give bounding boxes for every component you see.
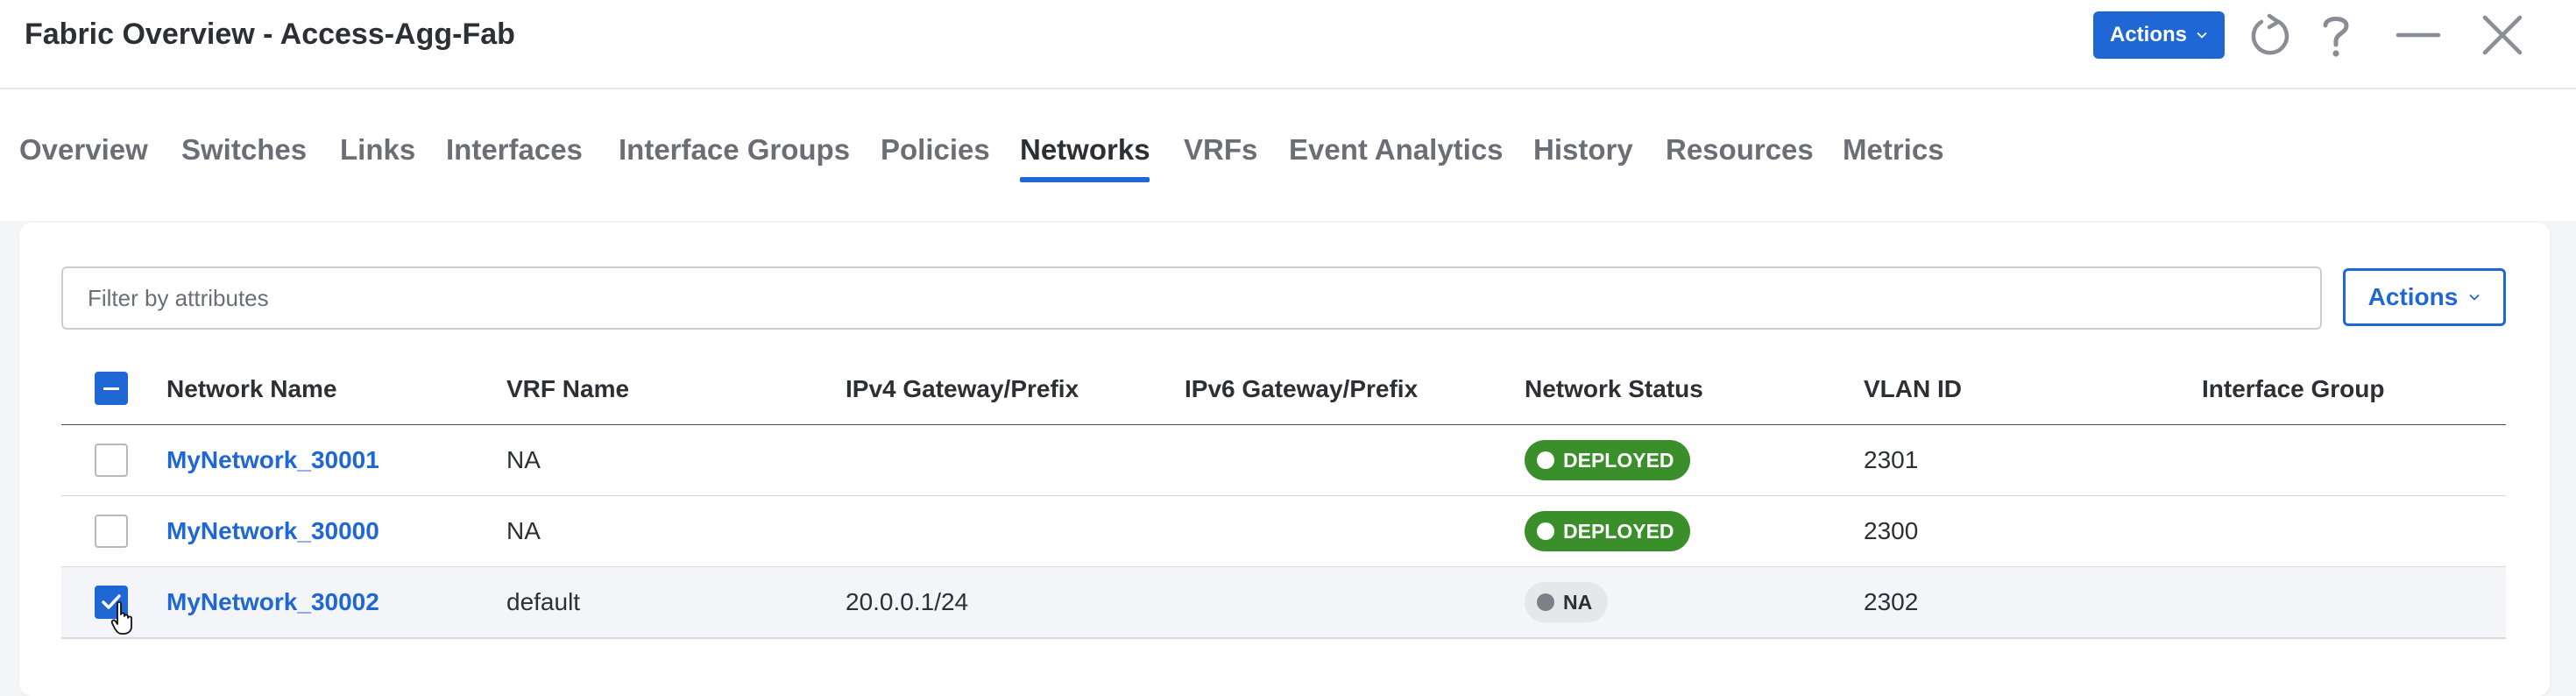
row-checkbox[interactable] bbox=[95, 515, 128, 548]
status-badge: DEPLOYED bbox=[1525, 440, 1690, 480]
table-actions-button[interactable]: Actions bbox=[2343, 268, 2506, 326]
table-row[interactable]: MyNetwork_30000 NA DEPLOYED 2300 bbox=[61, 496, 2506, 568]
tab-interfaces[interactable]: Interfaces bbox=[446, 133, 583, 167]
minimize-button[interactable] bbox=[2392, 9, 2445, 61]
column-header-vlan-id[interactable]: VLAN ID bbox=[1864, 375, 1962, 403]
tab-metrics[interactable]: Metrics bbox=[1843, 133, 1944, 167]
column-header-network-status[interactable]: Network Status bbox=[1525, 375, 1703, 403]
vrf-name-cell: NA bbox=[506, 517, 541, 544]
column-header-interface-group[interactable]: Interface Group bbox=[2202, 375, 2384, 403]
tab-overview[interactable]: Overview bbox=[19, 133, 148, 167]
header-actions-button[interactable]: Actions bbox=[2093, 11, 2225, 59]
table-row[interactable]: MyNetwork_30002 default 20.0.0.1/24 NA 2… bbox=[61, 567, 2506, 639]
refresh-icon bbox=[2251, 13, 2289, 55]
vrf-name-cell: NA bbox=[506, 446, 541, 473]
help-button[interactable] bbox=[2310, 9, 2362, 61]
status-dot-icon bbox=[1537, 451, 1554, 469]
networks-card: Actions Network Name VRF Name IPv4 Gatew… bbox=[19, 223, 2550, 696]
tab-vrfs[interactable]: VRFs bbox=[1184, 133, 1257, 167]
tab-event-analytics[interactable]: Event Analytics bbox=[1289, 133, 1504, 167]
ipv4-cell: 20.0.0.1/24 bbox=[846, 588, 969, 615]
column-header-network-name[interactable]: Network Name bbox=[166, 375, 337, 403]
tab-links[interactable]: Links bbox=[340, 133, 415, 167]
minimize-icon bbox=[2396, 32, 2441, 38]
network-name-link[interactable]: MyNetwork_30000 bbox=[166, 517, 379, 545]
status-text: DEPLOYED bbox=[1563, 519, 1674, 543]
tab-resources[interactable]: Resources bbox=[1666, 133, 1814, 167]
chevron-down-icon bbox=[2469, 294, 2480, 301]
tab-policies[interactable]: Policies bbox=[881, 133, 990, 167]
vlan-id-cell: 2300 bbox=[1864, 517, 1919, 544]
title-bar: Fabric Overview - Access-Agg-Fab Actions bbox=[0, 0, 2576, 89]
filter-input[interactable] bbox=[61, 266, 2322, 330]
table-header: Network Name VRF Name IPv4 Gateway/Prefi… bbox=[61, 352, 2506, 427]
row-checkbox[interactable] bbox=[95, 444, 128, 477]
close-icon bbox=[2482, 15, 2523, 55]
vlan-id-cell: 2301 bbox=[1864, 446, 1919, 473]
hand-cursor-icon bbox=[110, 600, 132, 635]
page-title: Fabric Overview - Access-Agg-Fab bbox=[25, 18, 515, 51]
status-badge: DEPLOYED bbox=[1525, 511, 1690, 551]
network-name-link[interactable]: MyNetwork_30001 bbox=[166, 446, 379, 474]
column-header-vrf-name[interactable]: VRF Name bbox=[506, 375, 629, 403]
status-dot-icon bbox=[1537, 593, 1554, 611]
select-all-checkbox[interactable] bbox=[95, 372, 128, 405]
tab-bar: Overview Switches Links Interfaces Inter… bbox=[0, 89, 2576, 221]
status-badge: NA bbox=[1525, 582, 1609, 622]
chevron-down-icon bbox=[2197, 32, 2207, 39]
tab-history[interactable]: History bbox=[1533, 133, 1633, 167]
vlan-id-cell: 2302 bbox=[1864, 588, 1919, 615]
tab-switches[interactable]: Switches bbox=[181, 133, 307, 167]
status-dot-icon bbox=[1537, 522, 1554, 540]
column-header-ipv6-gateway[interactable]: IPv6 Gateway/Prefix bbox=[1185, 375, 1418, 403]
vrf-name-cell: default bbox=[506, 588, 581, 615]
close-button[interactable] bbox=[2476, 9, 2529, 61]
column-header-ipv4-gateway[interactable]: IPv4 Gateway/Prefix bbox=[846, 375, 1079, 403]
refresh-button[interactable] bbox=[2243, 9, 2296, 61]
network-name-link[interactable]: MyNetwork_30002 bbox=[166, 588, 379, 616]
active-tab-indicator bbox=[1020, 177, 1150, 182]
help-icon bbox=[2323, 17, 2349, 57]
status-text: NA bbox=[1563, 590, 1593, 614]
status-text: DEPLOYED bbox=[1563, 448, 1674, 472]
tab-interface-groups[interactable]: Interface Groups bbox=[619, 133, 850, 167]
table-row[interactable]: MyNetwork_30001 NA DEPLOYED 2301 bbox=[61, 425, 2506, 497]
tab-networks[interactable]: Networks bbox=[1020, 133, 1150, 167]
table-actions-label: Actions bbox=[2367, 283, 2459, 310]
header-actions-label: Actions bbox=[2109, 23, 2187, 46]
